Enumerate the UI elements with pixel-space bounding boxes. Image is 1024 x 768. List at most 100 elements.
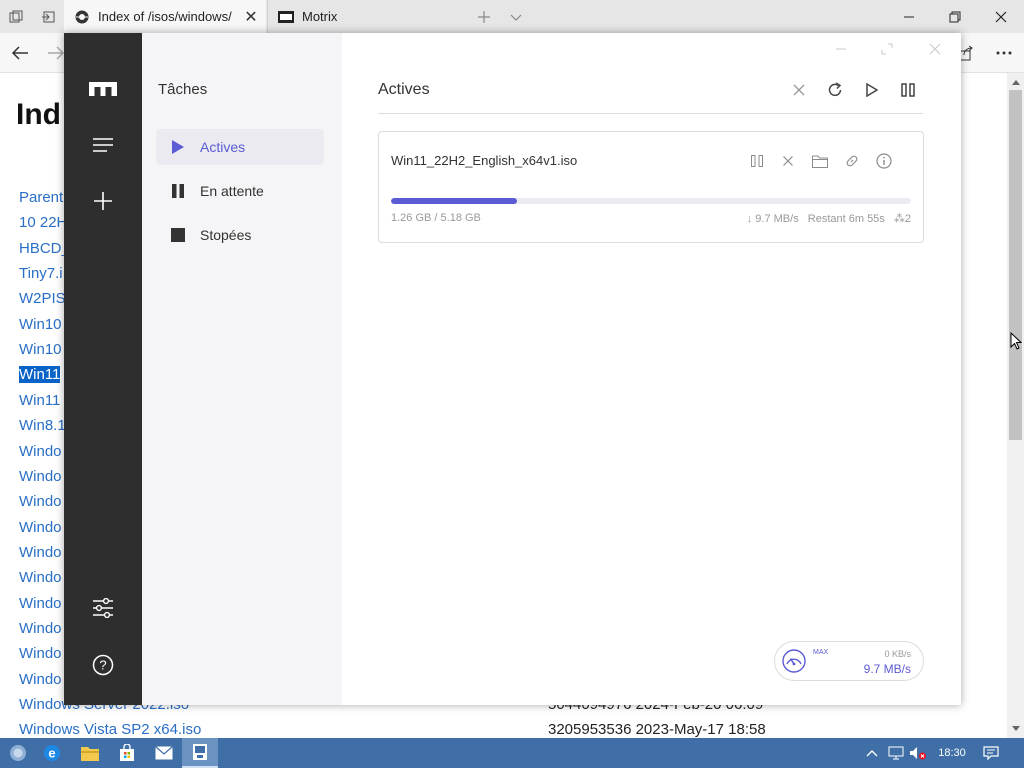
task-remove-icon[interactable]: [778, 151, 798, 171]
more-menu-icon[interactable]: [984, 33, 1024, 73]
file-link[interactable]: Win10: [19, 316, 62, 333]
file-link[interactable]: Win10: [19, 341, 62, 358]
task-list-menu-icon[interactable]: [83, 125, 123, 165]
file-link[interactable]: Windo: [19, 443, 62, 460]
app-close-icon[interactable]: [920, 37, 950, 61]
pause-all-icon[interactable]: [893, 75, 923, 105]
speedometer-icon: [781, 648, 807, 674]
sidebar-item-en-attente[interactable]: En attente: [156, 173, 324, 209]
task-pause-icon[interactable]: [747, 151, 767, 171]
scroll-up-icon[interactable]: [1010, 76, 1021, 88]
start-button-icon[interactable]: [0, 738, 36, 768]
task-folder-icon[interactable]: [810, 151, 830, 171]
task-sidebar: Tâches Actives En attente Stopées: [142, 33, 342, 705]
tab-title: Index of /isos/windows/: [98, 9, 232, 24]
help-icon[interactable]: ?: [83, 645, 123, 685]
sidebar-item-actives[interactable]: Actives: [156, 129, 324, 165]
svg-text:e: e: [48, 746, 55, 761]
task-stats: ↓ 9.7 MB/s Restant 6m 55s ⁂2: [741, 212, 911, 225]
task-copy-link-icon[interactable]: [842, 151, 862, 171]
mouse-cursor-icon: [1010, 331, 1023, 355]
app-maximize-icon[interactable]: [872, 37, 902, 61]
add-task-icon[interactable]: [83, 181, 123, 221]
file-link[interactable]: Windo: [19, 493, 62, 510]
close-window-icon[interactable]: [978, 0, 1024, 33]
file-link[interactable]: 10 22H: [19, 214, 67, 231]
preferences-sliders-icon[interactable]: [83, 588, 123, 628]
volume-muted-icon[interactable]: [908, 738, 928, 768]
sidebar-item-label: Actives: [200, 139, 246, 155]
file-link[interactable]: Windo: [19, 468, 62, 485]
close-tab-icon[interactable]: ✕: [236, 7, 266, 27]
scroll-down-icon[interactable]: [1010, 723, 1021, 735]
sidebar-item-label: En attente: [200, 183, 264, 199]
task-info-icon[interactable]: [874, 151, 894, 171]
new-tab-icon[interactable]: [468, 0, 500, 33]
sidebar-item-stopees[interactable]: Stopées: [156, 217, 324, 253]
tab-list-chevron-icon[interactable]: [500, 0, 532, 33]
sidebar-title: Tâches: [158, 81, 208, 98]
tab-motrix[interactable]: Motrix: [267, 0, 465, 33]
file-explorer-icon[interactable]: [72, 738, 108, 768]
progress-fill: [391, 198, 517, 204]
action-center-icon[interactable]: [980, 738, 1002, 768]
store-icon[interactable]: [109, 738, 145, 768]
file-link[interactable]: Win8.1: [19, 417, 66, 434]
sidebar-item-label: Stopées: [200, 227, 252, 243]
page-heading: Ind: [16, 98, 61, 131]
file-link[interactable]: Windo: [19, 569, 62, 586]
motrix-taskbar-icon[interactable]: [182, 738, 218, 768]
motrix-window: ? Tâches Actives En attente Stopées Acti…: [64, 33, 961, 705]
set-tabs-aside-icon[interactable]: [32, 0, 64, 33]
download-speed: ↓ 9.7 MB/s: [746, 213, 799, 225]
back-arrow-icon[interactable]: [0, 33, 40, 73]
speed-meter[interactable]: MAX 0 KB/s 9.7 MB/s: [774, 641, 924, 681]
file-meta: 3205953536 2023-May-17 18:58: [548, 721, 766, 738]
remove-all-icon[interactable]: [784, 75, 814, 105]
minimize-window-icon[interactable]: [886, 0, 932, 33]
motrix-nav-rail: ?: [64, 33, 142, 705]
file-link[interactable]: Windows Vista SP2 x64.iso: [19, 721, 201, 738]
connection-count: ⁂2: [893, 213, 911, 225]
file-link[interactable]: W2PIS: [19, 290, 66, 307]
mail-icon[interactable]: [146, 738, 182, 768]
panel-title: Actives: [378, 81, 430, 98]
file-link[interactable]: Windo: [19, 519, 62, 536]
edge-browser-icon[interactable]: e: [34, 738, 70, 768]
task-file-name: Win11_22H2_English_x64v1.iso: [391, 153, 578, 168]
play-icon: [170, 139, 186, 155]
stop-icon: [170, 227, 186, 243]
download-task-card[interactable]: Win11_22H2_English_x64v1.iso 1.26 GB / 5…: [378, 131, 924, 243]
tab-index-of-isos[interactable]: Index of /isos/windows/ ✕: [64, 0, 266, 33]
file-link[interactable]: Windo: [19, 544, 62, 561]
scrollbar-thumb[interactable]: [1009, 90, 1022, 440]
motrix-favicon-icon: [278, 9, 294, 25]
file-link[interactable]: Windo: [19, 595, 62, 612]
file-link[interactable]: Windo: [19, 620, 62, 637]
network-icon[interactable]: [886, 738, 906, 768]
file-link[interactable]: Windo: [19, 645, 62, 662]
speed-max-label: MAX: [813, 649, 829, 656]
time-remaining: Restant 6m 55s: [807, 213, 885, 225]
current-speed: 9.7 MB/s: [863, 662, 911, 676]
header-divider: [378, 113, 923, 114]
file-link[interactable]: Windo: [19, 671, 62, 688]
taskbar-clock[interactable]: 18:30: [928, 738, 976, 768]
progress-track: [391, 198, 911, 204]
refresh-icon[interactable]: [820, 75, 850, 105]
site-favicon-icon: [74, 9, 90, 25]
restore-window-icon[interactable]: [932, 0, 978, 33]
task-size: 1.26 GB / 5.18 GB: [391, 212, 481, 224]
motrix-logo-icon: [83, 69, 123, 109]
tray-chevron-icon[interactable]: [862, 738, 882, 768]
file-link[interactable]: Win11: [19, 366, 61, 383]
speed-limit: 0 KB/s: [884, 649, 911, 659]
file-link[interactable]: Tiny7.i: [19, 265, 63, 282]
app-minimize-icon[interactable]: [826, 37, 856, 61]
svg-text:?: ?: [99, 658, 106, 673]
file-link[interactable]: Win11: [19, 392, 60, 409]
tab-overview-icon[interactable]: [0, 0, 32, 33]
file-link[interactable]: Parent: [19, 189, 63, 206]
file-link[interactable]: HBCD_: [19, 240, 70, 257]
resume-all-icon[interactable]: [857, 75, 887, 105]
